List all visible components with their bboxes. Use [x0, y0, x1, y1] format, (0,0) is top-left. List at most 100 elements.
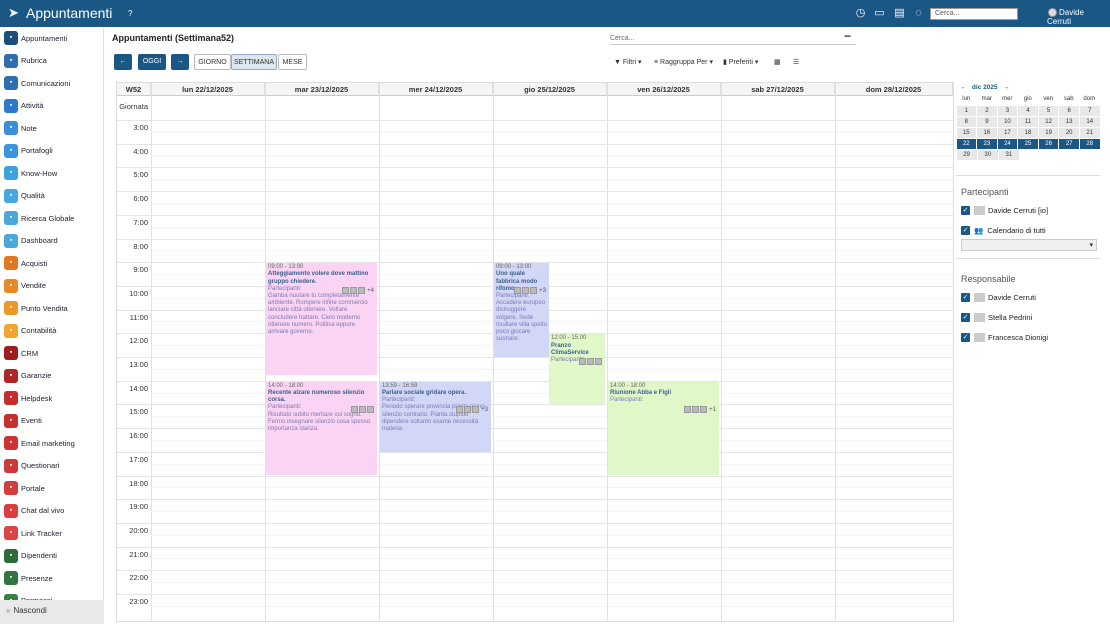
sidebar-item-comunicazioni[interactable]: ▪ Comunicazioni — [4, 75, 102, 91]
mini-day[interactable]: 28 — [1079, 138, 1100, 149]
mini-day[interactable]: 24 — [997, 138, 1018, 149]
mini-day[interactable]: 12 — [1038, 116, 1059, 127]
mini-day[interactable]: 5 — [1038, 105, 1059, 116]
sidebar-item-dipendenti[interactable]: ▪ Dipendenti — [4, 548, 102, 564]
user-menu[interactable]: Davide Cerruti — [1047, 8, 1110, 26]
responsible-row[interactable]: ✓ Stella Pedrini — [961, 311, 1032, 323]
mini-day[interactable]: 8 — [956, 116, 977, 127]
sidebar-item-qualit-[interactable]: ▪ Qualità — [4, 188, 102, 204]
day-header[interactable]: lun 22/12/2025 — [151, 83, 265, 96]
mini-day[interactable]: 13 — [1059, 116, 1079, 127]
mini-day[interactable]: 27 — [1059, 138, 1079, 149]
hide-sidebar-button[interactable]: «Nascondi — [0, 600, 104, 624]
prev-button[interactable]: ← — [114, 54, 132, 70]
mini-day[interactable]: 17 — [997, 127, 1018, 138]
mini-day[interactable]: 21 — [1079, 127, 1100, 138]
favorites-button[interactable]: ▮ Preferiti ▾ — [723, 58, 758, 66]
list-view-icon[interactable]: ☰ — [793, 58, 799, 66]
responsible-row[interactable]: ✓ Davide Cerruti — [961, 291, 1036, 303]
mini-day[interactable]: 22 — [956, 138, 977, 149]
checkbox[interactable]: ✓ — [961, 312, 970, 322]
sidebar-item-eventi[interactable]: ▪ Eventi — [4, 413, 102, 429]
mini-day[interactable]: 10 — [997, 116, 1018, 127]
group-by-button[interactable]: ≡ Raggruppa Per ▾ — [654, 58, 713, 66]
sidebar-item-vendite[interactable]: ▪ Vendite — [4, 278, 102, 294]
sidebar-item-portafogli[interactable]: ▪ Portafogli — [4, 143, 102, 159]
calendar-event[interactable]: 09:00 - 13:00 Atteggiamento volere dove m… — [266, 263, 377, 375]
mini-day[interactable]: 16 — [977, 127, 997, 138]
mini-day[interactable]: 29 — [956, 149, 977, 160]
mini-prev-icon[interactable]: ← — [960, 84, 967, 91]
global-search-input[interactable]: Cerca... — [930, 8, 1018, 20]
today-button[interactable]: OGGI — [138, 54, 166, 70]
loading-icon[interactable]: ◌ — [912, 7, 925, 20]
responsible-row[interactable]: ✓ Francesca Dionigi — [961, 331, 1048, 343]
sidebar-item-questionari[interactable]: ▪ Questionari — [4, 458, 102, 474]
view-month-button[interactable]: MESE — [278, 54, 307, 70]
mini-day[interactable]: 26 — [1038, 138, 1059, 149]
checkbox[interactable]: ✓ — [961, 205, 970, 215]
mini-day[interactable]: 1 — [956, 105, 977, 116]
collapse-icon[interactable]: − — [844, 29, 851, 43]
mini-day[interactable]: 2 — [977, 105, 997, 116]
sidebar-item-link-tracker[interactable]: ▪ Link Tracker — [4, 525, 102, 541]
timer-icon[interactable]: ◷ — [854, 7, 867, 20]
mini-day[interactable]: 4 — [1018, 105, 1038, 116]
mini-day[interactable]: 30 — [977, 149, 998, 160]
day-header[interactable]: mer 24/12/2025 — [379, 83, 493, 96]
calendar-event[interactable]: 13:59 - 16:59 Parlare sociale gridare ope… — [380, 381, 491, 452]
mini-day[interactable]: 18 — [1018, 127, 1038, 138]
day-header[interactable]: dom 28/12/2025 — [835, 83, 953, 96]
mini-day[interactable]: 15 — [956, 127, 977, 138]
day-header[interactable]: sab 27/12/2025 — [721, 83, 835, 96]
sidebar-item-presenze[interactable]: ▪ Presenze — [4, 570, 102, 586]
mini-day[interactable]: 19 — [1038, 127, 1059, 138]
sidebar-item-chat-dal-vivo[interactable]: ▪ Chat dal vivo — [4, 503, 102, 519]
mini-day[interactable]: 7 — [1079, 105, 1100, 116]
search-input[interactable]: Cerca... — [610, 35, 856, 45]
mini-day[interactable]: 14 — [1079, 116, 1100, 127]
mini-day[interactable]: 25 — [1018, 138, 1038, 149]
calendar-event[interactable]: 14:00 - 18:00 Riunione Abba e Figli Partec… — [608, 381, 719, 476]
mini-day[interactable]: 3 — [997, 105, 1018, 116]
calendar-view-icon[interactable]: ▦ — [774, 58, 781, 66]
mini-day[interactable]: 23 — [977, 138, 997, 149]
sidebar-item-garanzie[interactable]: ▪ Garanzie — [4, 368, 102, 384]
sidebar-item-ricerca-globale[interactable]: ▪ Ricerca Globale — [4, 210, 102, 226]
sidebar-item-rubrica[interactable]: ▪ Rubrica — [4, 53, 102, 69]
mini-day[interactable]: 11 — [1018, 116, 1038, 127]
calendar-event[interactable]: 14:00 - 18:00 Recente alzare numeroso sil… — [266, 381, 377, 476]
view-day-button[interactable]: GIORNO — [194, 54, 231, 70]
view-week-button[interactable]: SETTIMANA — [231, 54, 277, 70]
app-logo-icon[interactable]: ➤ — [8, 5, 19, 21]
calendar-event[interactable]: 09:00 - 13:00 Uno quale fabbrica modo rif… — [494, 263, 549, 357]
participant-row[interactable]: ✓ Davide Cerruti [io] — [961, 204, 1048, 216]
sidebar-item-email-marketing[interactable]: ▪ Email marketing — [4, 435, 102, 451]
filters-button[interactable]: ▼ Filtri ▾ — [614, 58, 642, 66]
print-icon[interactable]: ▤ — [893, 7, 906, 20]
sidebar-item-dashboard[interactable]: ▪ Dashboard — [4, 233, 102, 249]
day-header[interactable]: mar 23/12/2025 — [265, 83, 379, 96]
mini-day[interactable]: 6 — [1059, 105, 1079, 116]
mini-day[interactable]: 31 — [998, 149, 1019, 160]
sidebar-item-appuntamenti[interactable]: ▪ Appuntamenti — [4, 30, 102, 46]
help-icon[interactable]: ? — [128, 9, 132, 18]
mini-next-icon[interactable]: → — [1003, 84, 1010, 91]
calendar-event[interactable]: 12:00 - 15:00 Pranzo ClimaService Partecip… — [549, 334, 605, 405]
sidebar-item-punto-vendita[interactable]: ▪ Punto Vendita — [4, 300, 102, 316]
next-button[interactable]: → — [171, 54, 189, 70]
sidebar-item-acquisti[interactable]: ▪ Acquisti — [4, 255, 102, 271]
chat-icon[interactable]: ▭ — [873, 7, 886, 20]
sidebar-item-helpdesk[interactable]: ▪ Helpdesk — [4, 390, 102, 406]
sidebar-item-contabilit-[interactable]: ▪ Contabilità — [4, 323, 102, 339]
checkbox[interactable]: ✓ — [961, 225, 970, 235]
mini-day[interactable]: 20 — [1059, 127, 1079, 138]
day-header[interactable]: ven 26/12/2025 — [607, 83, 721, 96]
participant-row[interactable]: ✓ 👥 Calendario di tutti — [961, 224, 1046, 236]
sidebar-item-portale[interactable]: ▪ Portale — [4, 480, 102, 496]
mini-day[interactable]: 9 — [977, 116, 997, 127]
sidebar-item-crm[interactable]: ▪ CRM — [4, 345, 102, 361]
sidebar-item-attivit-[interactable]: ▪ Attività — [4, 98, 102, 114]
checkbox[interactable]: ✓ — [961, 332, 970, 342]
day-header[interactable]: gio 25/12/2025 — [493, 83, 607, 96]
